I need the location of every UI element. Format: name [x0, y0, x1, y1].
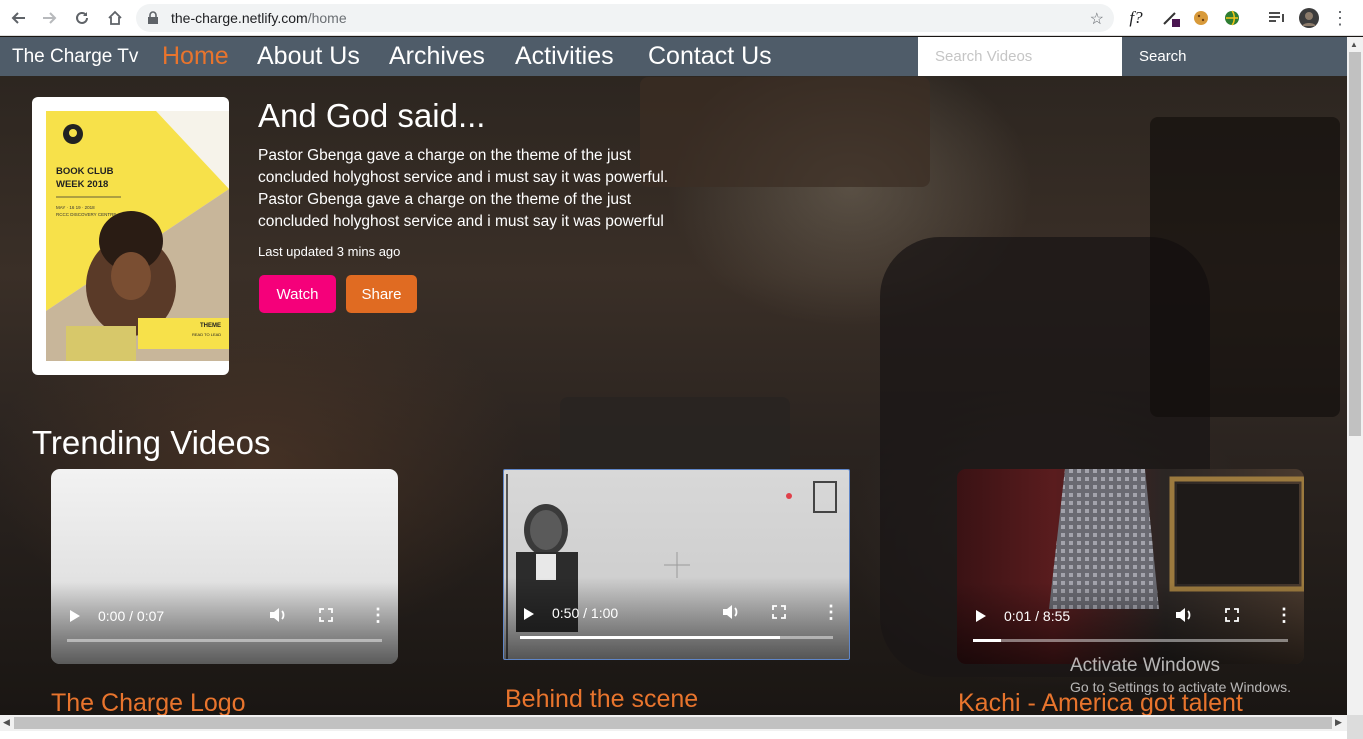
activate-windows-title: Activate Windows [1070, 655, 1220, 676]
play-icon[interactable] [975, 609, 987, 626]
profile-avatar[interactable] [1298, 6, 1320, 30]
poster-theme-label: THEME [200, 323, 221, 329]
poster-venue: RCCC DISCOVERY CENTRE [56, 212, 117, 217]
poster-heading-2: WEEK 2018 [56, 179, 109, 190]
play-icon[interactable] [523, 607, 535, 624]
horizontal-scroll-thumb[interactable] [14, 717, 1332, 729]
trending-videos-heading: Trending Videos [32, 424, 271, 461]
last-updated-text: Last updated 3 mins ago [258, 244, 401, 259]
scroll-left-arrow-icon[interactable]: ◀ [3, 717, 10, 728]
hero-title: And God said... [258, 97, 486, 134]
url-path: /home [307, 10, 347, 26]
chrome-menu-icon[interactable]: ⋮ [1331, 6, 1349, 30]
video-progress-fill [520, 636, 780, 639]
nav-about-us[interactable]: About Us [257, 42, 360, 71]
nav-home[interactable]: Home [162, 42, 229, 71]
video-progress-bar[interactable] [973, 639, 1288, 642]
bg-bookshelf [640, 77, 930, 187]
poster-heading-1: BOOK CLUB [56, 166, 114, 177]
volume-icon[interactable] [722, 604, 740, 623]
video-progress-bar[interactable] [520, 636, 833, 639]
media-list-icon[interactable] [1266, 6, 1288, 30]
scrollbar-corner [1347, 715, 1363, 739]
home-icon[interactable] [103, 6, 127, 30]
bookmark-star-icon[interactable]: ☆ [1090, 9, 1104, 29]
forward-icon[interactable] [38, 6, 62, 30]
more-options-icon[interactable]: ⋮ [1275, 605, 1293, 626]
address-bar[interactable]: the-charge.netlify.com/home ☆ [136, 4, 1114, 32]
featured-poster[interactable]: BOOK CLUB WEEK 2018 MAY · 16 19 · 2018 R… [32, 97, 229, 375]
site-brand[interactable]: The Charge Tv [12, 46, 138, 68]
play-icon[interactable] [69, 609, 81, 626]
video-player-3[interactable]: 0:01 / 8:55 ⋮ [957, 469, 1304, 664]
share-button[interactable]: Share [346, 275, 417, 313]
pen-extension-icon[interactable] [1160, 6, 1182, 30]
activate-windows-subtitle: Go to Settings to activate Windows. [1070, 679, 1291, 695]
globe-extension-icon[interactable] [1221, 6, 1243, 30]
poster-theme-sub: READ TO LEAD [192, 332, 222, 337]
site-navbar: The Charge Tv Home About Us Archives Act… [0, 37, 1347, 76]
video-time: 0:00 / 0:07 [98, 608, 165, 624]
video-time: 0:01 / 8:55 [1004, 608, 1071, 624]
volume-icon[interactable] [1175, 607, 1193, 626]
video-time: 0:50 / 1:00 [552, 605, 619, 621]
vertical-scroll-thumb[interactable] [1349, 52, 1361, 436]
video-progress-bar[interactable] [67, 639, 382, 642]
fullscreen-icon[interactable] [319, 608, 333, 625]
bg-dark-right [1150, 117, 1340, 417]
volume-icon[interactable] [269, 607, 287, 626]
video-player-1[interactable]: 0:00 / 0:07 ⋮ [51, 469, 398, 664]
url-host: the-charge.netlify.com [171, 10, 308, 26]
back-icon[interactable] [6, 6, 30, 30]
scroll-right-arrow-icon[interactable]: ▶ [1335, 717, 1342, 728]
font-extension-icon[interactable]: f? [1126, 6, 1146, 30]
poster-date: MAY · 16 19 · 2018 [56, 205, 95, 210]
url-text: the-charge.netlify.com/home [171, 10, 347, 26]
search-button[interactable]: Search [1122, 37, 1202, 76]
more-options-icon[interactable]: ⋮ [369, 605, 387, 626]
cookie-extension-icon[interactable] [1190, 6, 1212, 30]
nav-archives[interactable]: Archives [389, 42, 485, 71]
scroll-up-arrow-icon[interactable]: ▲ [1350, 40, 1358, 49]
video-player-2[interactable]: 0:50 / 1:00 ⋮ [503, 469, 850, 660]
watch-button[interactable]: Watch [259, 275, 336, 313]
window-bottom-edge [0, 731, 1347, 739]
hero-description: Pastor Gbenga gave a charge on the theme… [258, 147, 669, 230]
page-viewport: The Charge Tv Home About Us Archives Act… [0, 37, 1347, 715]
video-title-2[interactable]: Behind the scene [505, 685, 698, 714]
search-videos-input[interactable] [918, 37, 1122, 76]
lock-icon [147, 11, 159, 30]
fullscreen-icon[interactable] [772, 605, 786, 622]
more-options-icon[interactable]: ⋮ [822, 602, 840, 623]
video-progress-fill [973, 639, 1002, 642]
video-title-1[interactable]: The Charge Logo [51, 689, 246, 715]
browser-toolbar: the-charge.netlify.com/home ☆ f? ⋮ [0, 0, 1363, 36]
nav-contact-us[interactable]: Contact Us [648, 42, 772, 71]
nav-activities[interactable]: Activities [515, 42, 614, 71]
font-extension-label: f? [1129, 8, 1143, 27]
poster-artwork: BOOK CLUB WEEK 2018 MAY · 16 19 · 2018 R… [46, 111, 229, 361]
fullscreen-icon[interactable] [1225, 608, 1239, 625]
reload-icon[interactable] [70, 6, 94, 30]
